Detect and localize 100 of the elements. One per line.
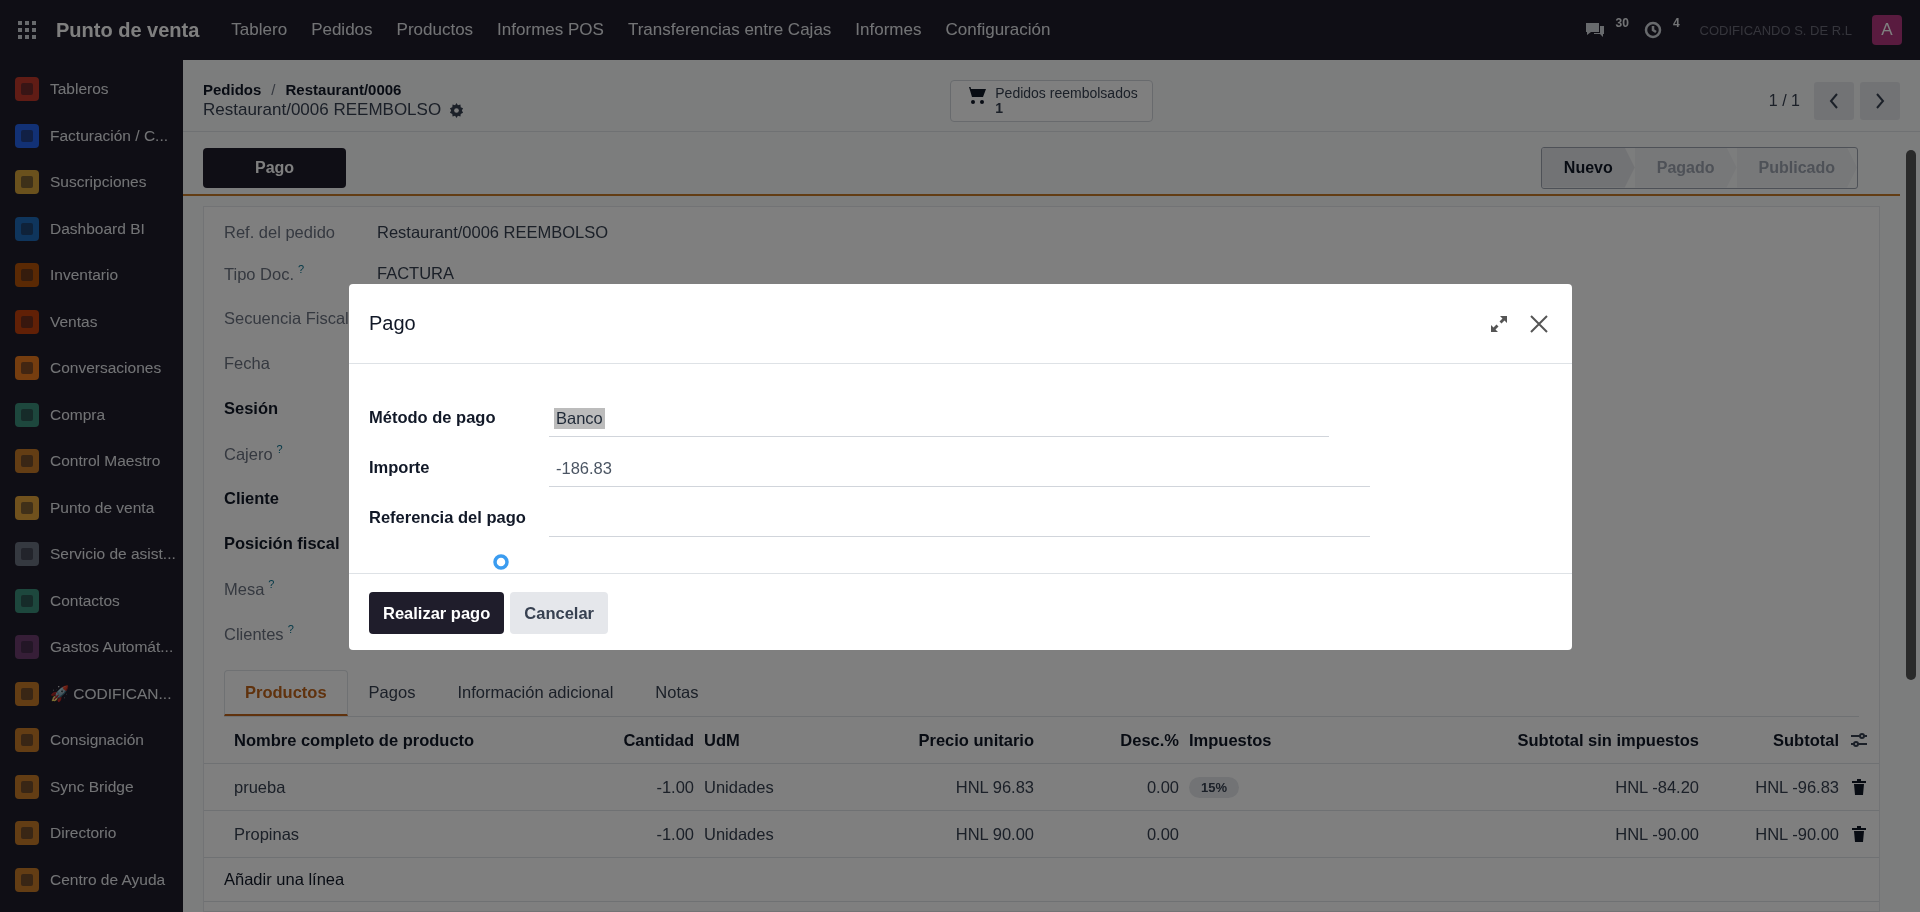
sidebar-item[interactable]: Consignación: [0, 717, 183, 764]
column-header[interactable]: UdM: [694, 730, 844, 750]
column-header[interactable]: Impuestos: [1179, 730, 1469, 750]
chevron-right-icon: [1874, 91, 1886, 110]
pager-value[interactable]: 1 / 1: [1768, 91, 1800, 110]
menu-item[interactable]: Transferencias entre Cajas: [627, 20, 832, 40]
app-icon: [14, 448, 40, 475]
scrollbar[interactable]: [1906, 150, 1916, 680]
app-name[interactable]: Punto de venta: [56, 18, 200, 42]
menu-item[interactable]: Pedidos: [311, 20, 373, 40]
dialog-field-label: Referencia del pago: [369, 508, 527, 528]
add-line-link[interactable]: Añadir una línea: [204, 858, 1879, 902]
tab[interactable]: Información adicional: [436, 670, 635, 716]
app-icon: [14, 122, 40, 149]
tab[interactable]: Productos: [224, 670, 348, 716]
table-cell-text: prueba: [233, 777, 287, 797]
app-icon: [14, 820, 40, 847]
sidebar-item[interactable]: Ventas: [0, 298, 183, 345]
settings-icon[interactable]: [449, 102, 465, 118]
cancel-button[interactable]: Cancelar: [510, 592, 608, 634]
menu-item[interactable]: Tablero: [231, 20, 288, 40]
sidebar-item[interactable]: Centro de Ayuda: [0, 856, 183, 903]
status-step[interactable]: Nuevo: [1541, 147, 1635, 188]
dialog-input-field[interactable]: Banco: [549, 401, 1329, 437]
column-header[interactable]: Subtotal sin impuestos: [1469, 730, 1699, 750]
sidebar-item[interactable]: Inventario: [0, 252, 183, 299]
app-icon: [14, 727, 40, 754]
record-title: Restaurant/0006 REEMBOLSO: [203, 100, 442, 120]
sidebar-item[interactable]: Sync Bridge: [0, 763, 183, 810]
sidebar-item[interactable]: Tableros: [0, 66, 183, 113]
delete-icon[interactable]: [1852, 779, 1866, 795]
table-cell-text: HNL 96.83: [954, 777, 1034, 797]
app-icon: [14, 215, 40, 242]
chevron-left-icon: [1828, 91, 1840, 110]
sidebar-item[interactable]: 🚀 CODIFICAN...: [0, 670, 183, 717]
sidebar-item[interactable]: Facturación / C...: [0, 112, 183, 159]
column-header[interactable]: Subtotal: [1699, 730, 1839, 750]
table-cell-text: -1.00: [655, 824, 694, 844]
messages-count: 30: [1615, 16, 1629, 30]
column-header[interactable]: Precio unitario: [844, 730, 1034, 750]
user-avatar[interactable]: A: [1872, 15, 1902, 45]
column-header[interactable]: Cantidad: [574, 730, 694, 750]
field-label: Ref. del pedido: [224, 222, 336, 242]
next-button[interactable]: [1860, 81, 1900, 120]
app-icon: [14, 401, 40, 428]
app-icon: [14, 773, 40, 800]
field-value: Restaurant/0006 REEMBOLSO: [376, 222, 609, 242]
field-label: Mesa $^{?}$: [224, 578, 276, 599]
sidebar-item[interactable]: Punto de venta: [0, 484, 183, 531]
app-icon: [14, 76, 40, 103]
tab[interactable]: Notas: [634, 670, 720, 716]
menu-item[interactable]: Informes: [855, 20, 922, 40]
field-value: FACTURA: [376, 264, 454, 283]
sidebar-item[interactable]: Dashboard BI: [0, 205, 183, 252]
sidebar-item[interactable]: Directorio: [0, 810, 183, 857]
previous-button[interactable]: [1814, 81, 1854, 120]
sidebar-item[interactable]: Gastos Automát...: [0, 624, 183, 671]
table-cell-text: -1.00: [655, 777, 694, 797]
delete-icon[interactable]: [1852, 826, 1866, 842]
dialog-input-field[interactable]: -186.83: [549, 451, 1370, 487]
table-cell-text: HNL -90.00: [1754, 824, 1839, 844]
menu-item[interactable]: Configuración: [945, 20, 1051, 40]
clock-icon[interactable]: [1642, 20, 1663, 40]
dialog-field-label: Importe: [369, 458, 431, 478]
apps-grid-icon[interactable]: [18, 21, 36, 39]
breadcrumb-separator: /: [271, 81, 276, 98]
sidebar-item[interactable]: Conversaciones: [0, 345, 183, 392]
field-label: Secuencia Fiscal: [224, 309, 350, 328]
table-cell-text: Unidades: [703, 824, 775, 844]
field-label: Cliente: [224, 489, 280, 508]
sidebar-item[interactable]: Suscripciones: [0, 159, 183, 206]
column-header[interactable]: Desc.%: [1034, 730, 1179, 750]
table-cell-text: HNL -84.20: [1614, 777, 1699, 797]
column-header[interactable]: Nombre completo de producto: [224, 730, 574, 750]
app-icon: [14, 680, 40, 707]
smart-button-label: Pedidos reembolsados: [995, 85, 1138, 101]
dialog-title: Pago: [369, 312, 417, 335]
sidebar-item[interactable]: Contactos: [0, 577, 183, 624]
sidebar-item[interactable]: Servicio de asist...: [0, 531, 183, 578]
refunded-orders-button[interactable]: Pedidos reembolsados 1: [950, 79, 1153, 122]
menu-item[interactable]: Informes POS: [497, 20, 604, 40]
menu-item[interactable]: Productos: [396, 20, 474, 40]
dialog-field-label: Método de pago: [369, 408, 497, 428]
column-settings-icon[interactable]: [1850, 732, 1868, 748]
sidebar-item[interactable]: Control Maestro: [0, 438, 183, 485]
field-label: Clientes $^{?}$: [224, 623, 295, 644]
confirm-button[interactable]: Realizar pago: [369, 592, 505, 634]
table-cell-text: 0.00: [1145, 824, 1179, 844]
app-icon: [14, 587, 40, 614]
table-cell-text: 0.00: [1145, 777, 1179, 797]
sidebar-item[interactable]: Compra: [0, 391, 183, 438]
breadcrumb-link[interactable]: Pedidos: [203, 81, 262, 98]
app-icon: [14, 494, 40, 521]
app-icon: [14, 634, 40, 661]
tab[interactable]: Pagos: [347, 670, 437, 716]
table-cell-text: Unidades: [703, 777, 775, 797]
payment-button[interactable]: Pago: [203, 147, 347, 188]
field-label: Fecha: [224, 354, 271, 373]
table-cell-text: HNL -90.00: [1614, 824, 1699, 844]
table-cell-text: HNL 90.00: [954, 824, 1034, 844]
